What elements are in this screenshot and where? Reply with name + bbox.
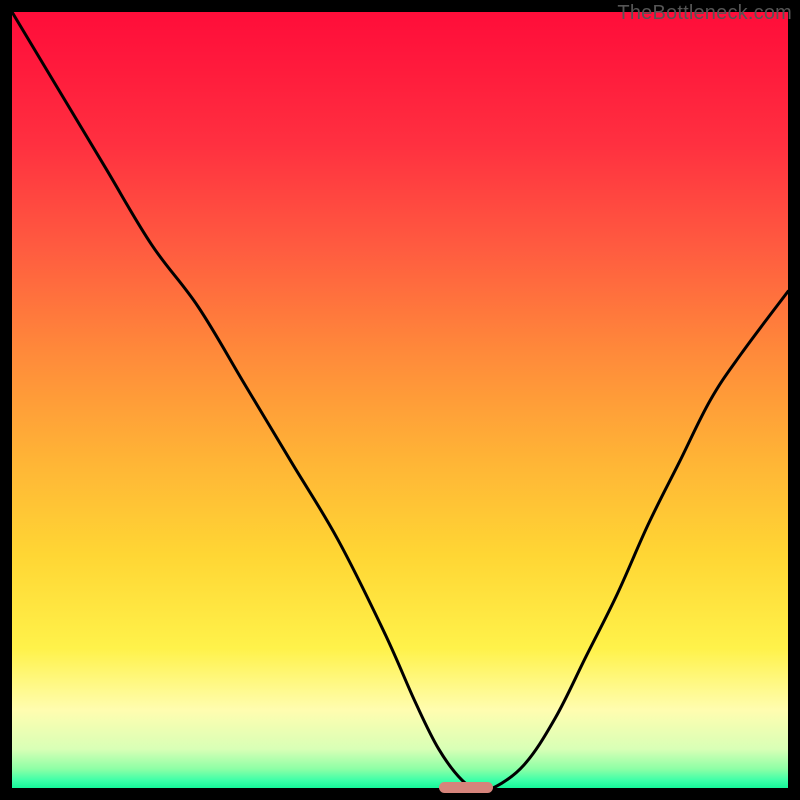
bottleneck-curve (12, 12, 788, 788)
watermark-text: TheBottleneck.com (617, 2, 792, 25)
plot-area (12, 12, 788, 788)
chart-frame: TheBottleneck.com (0, 0, 800, 800)
optimal-range-marker (439, 782, 493, 793)
